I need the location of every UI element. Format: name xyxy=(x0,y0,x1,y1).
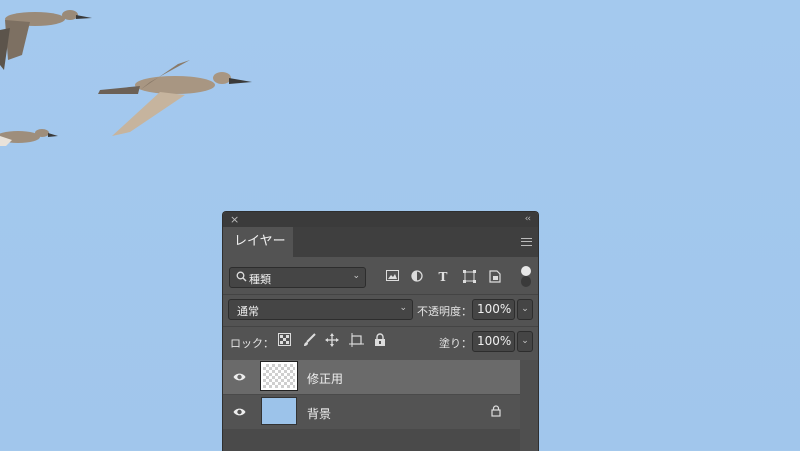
duck-1 xyxy=(0,10,92,70)
blend-mode-value: 通常 xyxy=(237,305,259,318)
layers-panel: × ‹‹ レイヤー 種類 ⌄ T 通常 ⌄ 不透明度： 100% ⌄ ロック： … xyxy=(222,211,539,451)
divider xyxy=(223,326,538,327)
opacity-label: 不透明度： xyxy=(417,305,472,318)
lock-transparent-pixels-icon[interactable] xyxy=(276,333,292,349)
type-filter-icon[interactable]: T xyxy=(436,270,450,284)
lock-row: ロック： 塗り： 100% ⌄ xyxy=(223,331,538,353)
panel-menu-icon[interactable] xyxy=(521,238,532,246)
chevron-down-icon: ⌄ xyxy=(352,271,360,281)
layer-row-修正用[interactable]: 修正用 xyxy=(223,360,520,394)
chevron-down-icon: ⌄ xyxy=(399,303,407,313)
layer-thumbnail xyxy=(260,361,298,391)
filter-kind-select[interactable]: 種類 ⌄ xyxy=(229,267,366,288)
layer-name[interactable]: 修正用 xyxy=(307,370,343,387)
close-icon[interactable]: × xyxy=(230,212,239,227)
fill-input[interactable]: 100% xyxy=(472,331,515,352)
layer-name[interactable]: 背景 xyxy=(307,405,331,422)
lock-artboard-icon[interactable] xyxy=(348,333,364,349)
divider xyxy=(223,294,538,295)
lock-image-pixels-icon[interactable] xyxy=(301,333,317,349)
toggle-knob xyxy=(521,266,531,276)
eye-icon[interactable] xyxy=(233,406,246,418)
panel-tabstrip: レイヤー xyxy=(223,227,538,257)
filter-kind-value: 種類 xyxy=(249,273,271,286)
toggle-track xyxy=(521,276,531,287)
filter-toggle[interactable] xyxy=(521,266,531,288)
blend-row: 通常 ⌄ 不透明度： 100% ⌄ xyxy=(223,299,538,321)
fill-dropdown[interactable]: ⌄ xyxy=(517,331,533,352)
blend-mode-select[interactable]: 通常 ⌄ xyxy=(228,299,413,320)
lock-icon[interactable] xyxy=(491,405,503,417)
layer-row-背景[interactable]: 背景 xyxy=(223,395,520,429)
collapse-icon[interactable]: ‹‹ xyxy=(525,212,531,227)
layer-thumbnail xyxy=(261,397,297,425)
shape-filter-icon[interactable] xyxy=(462,270,476,284)
lock-all-icon[interactable] xyxy=(372,333,388,349)
panel-titlebar: × ‹‹ xyxy=(223,212,538,227)
layer-list-scrollbar[interactable] xyxy=(520,360,538,451)
layer-list: 修正用 背景 xyxy=(223,360,538,451)
search-icon xyxy=(236,271,247,285)
tab-layers[interactable]: レイヤー xyxy=(223,227,293,257)
opacity-input[interactable]: 100% xyxy=(472,299,515,320)
duck-2 xyxy=(98,60,252,136)
duck-3 xyxy=(0,129,58,146)
image-filter-icon[interactable] xyxy=(385,270,399,284)
adjustment-filter-icon[interactable] xyxy=(410,270,424,284)
opacity-dropdown[interactable]: ⌄ xyxy=(517,299,533,320)
lock-position-icon[interactable] xyxy=(324,333,340,349)
smart-object-filter-icon[interactable] xyxy=(488,270,502,284)
eye-icon[interactable] xyxy=(233,371,246,383)
fill-label: 塗り： xyxy=(439,337,472,350)
layer-filter-row: 種類 ⌄ T xyxy=(223,266,538,289)
lock-label: ロック： xyxy=(230,337,274,350)
